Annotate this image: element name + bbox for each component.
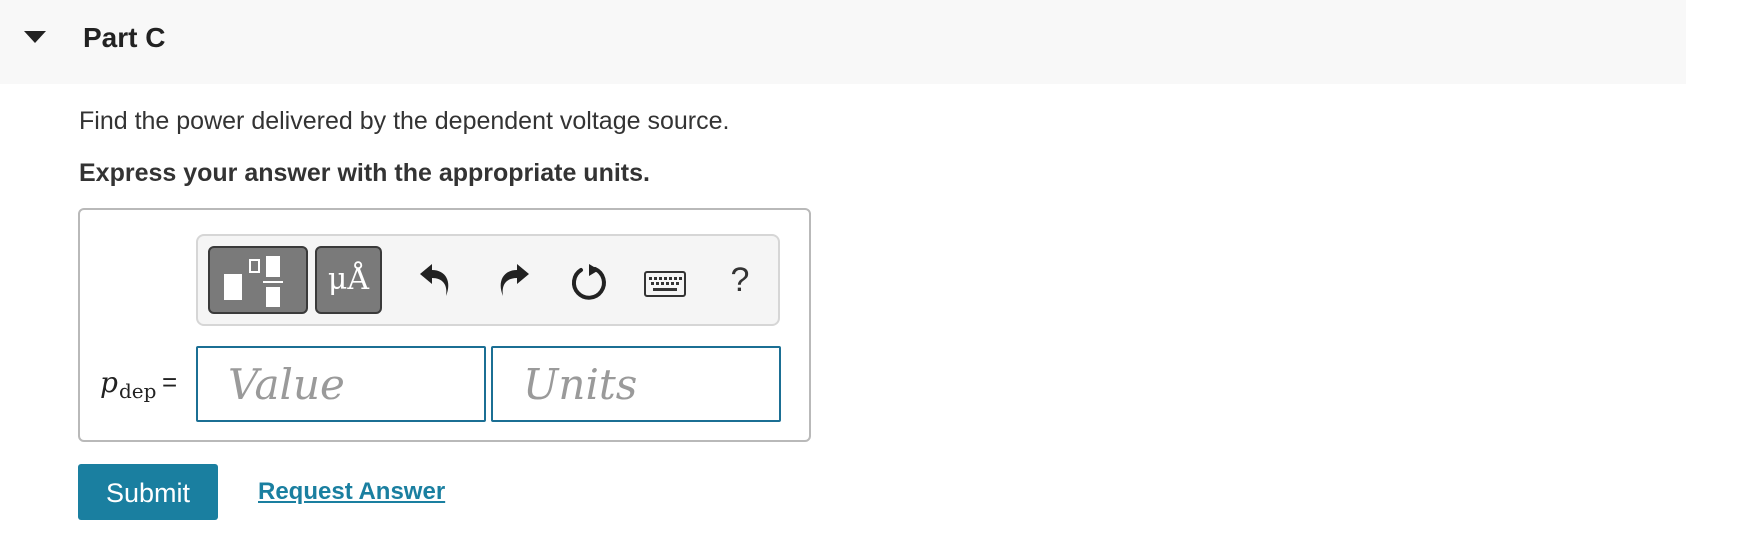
part-header[interactable]: Part C [0,0,1686,84]
variable-label: pdep [100,365,156,403]
answer-box: μÅ ? pdep = Value Units [78,208,811,442]
units-icon: μÅ [327,262,370,297]
question-text: Find the power delivered by the dependen… [79,107,730,135]
value-input[interactable] [196,346,486,422]
answer-instruction: Express your answer with the appropriate… [79,159,650,187]
redo-icon [500,264,529,296]
equals-sign: = [162,367,178,397]
undo-icon [420,264,449,296]
units-input[interactable] [491,346,781,422]
reset-button[interactable] [567,260,611,304]
undo-button[interactable] [416,262,456,302]
part-title: Part C [83,22,166,53]
page: Part C Find the power delivered by the d… [0,0,1738,544]
math-toolbar: μÅ ? [196,234,780,326]
submit-button[interactable]: Submit [78,464,218,520]
keyboard-button[interactable] [643,270,687,298]
help-icon[interactable]: ? [720,258,760,302]
variable-symbol: p [100,366,118,399]
redo-button[interactable] [493,262,533,302]
variable-subscript: dep [118,379,157,403]
templates-button[interactable] [208,246,308,314]
collapse-caret-icon[interactable] [24,31,46,43]
reset-icon [571,264,606,300]
templates-icon [224,256,283,307]
units-button[interactable]: μÅ [315,246,382,314]
keyboard-icon [644,271,686,297]
request-answer-link[interactable]: Request Answer [258,476,445,508]
